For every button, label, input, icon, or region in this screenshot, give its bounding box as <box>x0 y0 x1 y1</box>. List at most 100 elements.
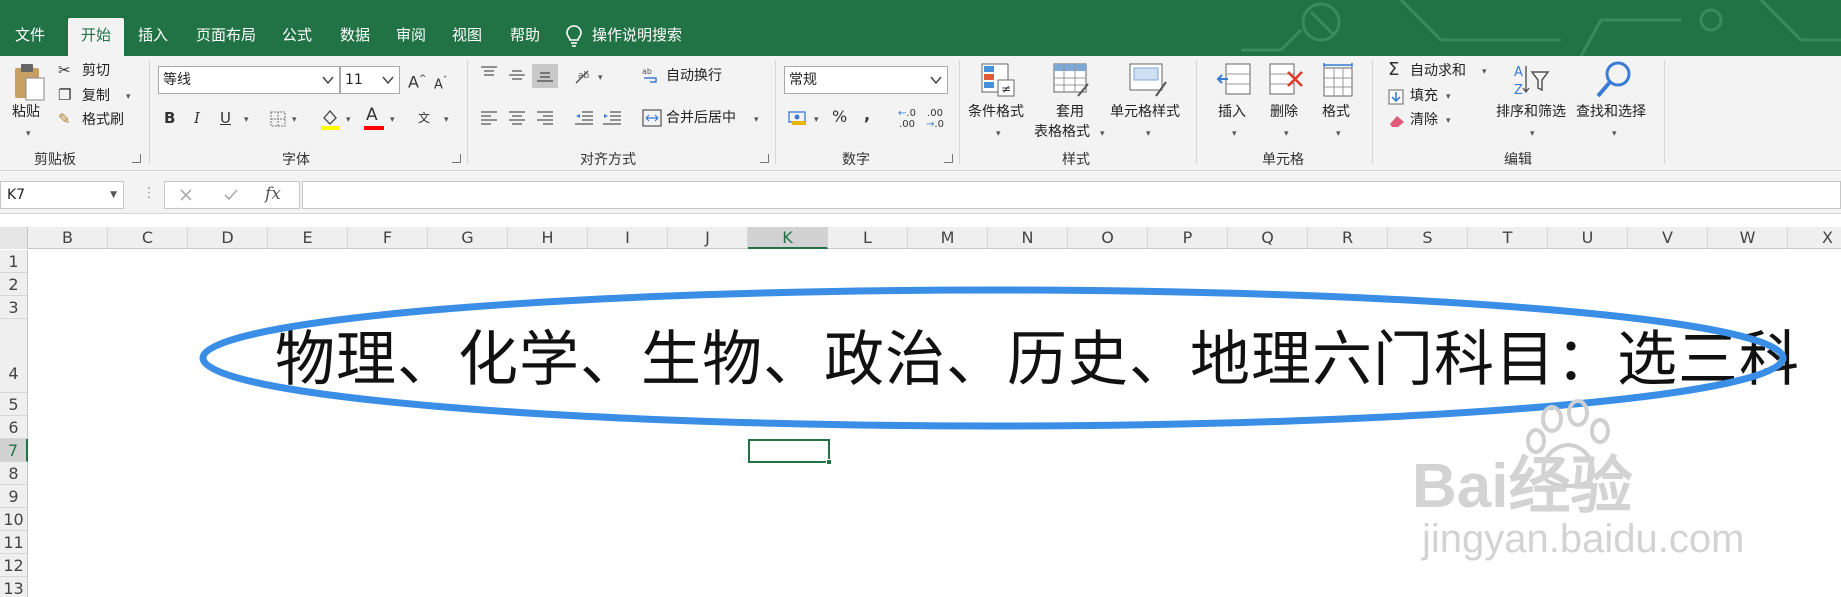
sort-filter-dropdown[interactable]: ▾ <box>1530 124 1535 144</box>
format-as-table-dropdown[interactable]: ▾ <box>1100 124 1105 144</box>
column-header-e[interactable]: E <box>268 227 348 249</box>
underline-dropdown[interactable]: ▾ <box>244 110 249 130</box>
find-select-dropdown[interactable]: ▾ <box>1612 124 1617 144</box>
format-cells-dropdown[interactable]: ▾ <box>1336 124 1341 144</box>
align-center-icon[interactable] <box>508 111 526 125</box>
sort-filter-button[interactable]: 排序和筛选 <box>1496 102 1566 122</box>
fill-down-icon[interactable] <box>1388 89 1404 105</box>
row-header-1[interactable]: 1 <box>0 250 28 273</box>
delete-cells-button[interactable]: 删除 <box>1270 102 1298 122</box>
scissors-icon[interactable]: ✂ <box>58 60 71 80</box>
tab-data[interactable]: 数据 <box>332 18 378 56</box>
alignment-launcher-icon[interactable] <box>760 154 769 163</box>
copy-dropdown[interactable]: ▾ <box>126 87 131 107</box>
phonetic-icon[interactable]: 文 <box>418 108 430 128</box>
sigma-icon[interactable]: Σ <box>1388 60 1399 80</box>
cell-styles-icon[interactable] <box>1128 62 1168 98</box>
align-bottom-button[interactable] <box>532 64 558 88</box>
column-header-d[interactable]: D <box>188 227 268 249</box>
comma-button[interactable]: , <box>864 105 870 125</box>
tab-page-layout[interactable]: 页面布局 <box>188 18 264 56</box>
column-header-n[interactable]: N <box>988 227 1068 249</box>
delete-cells-icon[interactable] <box>1268 62 1304 98</box>
tab-help[interactable]: 帮助 <box>500 18 550 56</box>
enter-check-icon[interactable] <box>223 188 239 202</box>
format-cells-icon[interactable] <box>1320 62 1356 98</box>
row-header-4[interactable]: 4 <box>0 319 28 393</box>
increase-decimal-button[interactable]: ←.0.00 <box>896 108 918 130</box>
align-right-icon[interactable] <box>536 111 554 125</box>
select-all-button[interactable] <box>0 227 28 249</box>
column-header-h[interactable]: H <box>508 227 588 249</box>
borders-dropdown[interactable]: ▾ <box>292 110 297 130</box>
percent-button[interactable]: % <box>832 107 847 127</box>
column-header-t[interactable]: T <box>1468 227 1548 249</box>
tab-formulas[interactable]: 公式 <box>274 18 320 56</box>
merge-center-dropdown[interactable]: ▾ <box>754 110 759 130</box>
orientation-dropdown[interactable]: ▾ <box>598 68 603 88</box>
clear-dropdown[interactable]: ▾ <box>1446 111 1451 131</box>
paste-dropdown[interactable]: ▾ <box>26 124 31 144</box>
column-header-x[interactable]: X <box>1788 227 1841 249</box>
wrap-text-icon[interactable]: ab <box>642 66 660 84</box>
merge-center-icon[interactable] <box>642 109 662 127</box>
font-launcher-icon[interactable] <box>452 154 461 163</box>
copy-button[interactable]: 复制 <box>82 86 110 106</box>
tab-review[interactable]: 审阅 <box>388 18 434 56</box>
decrease-indent-icon[interactable] <box>574 110 594 126</box>
column-header-o[interactable]: O <box>1068 227 1148 249</box>
fill-button[interactable]: 填充 <box>1410 86 1438 106</box>
row-header-3[interactable]: 3 <box>0 296 28 319</box>
row-header-13[interactable]: 13 <box>0 577 28 597</box>
fill-handle[interactable] <box>826 459 832 465</box>
format-as-table-label-2[interactable]: 表格格式 <box>1034 122 1090 142</box>
row-header-7[interactable]: 7 <box>0 439 28 462</box>
currency-dropdown[interactable]: ▾ <box>814 110 819 130</box>
formula-input[interactable] <box>302 181 1841 209</box>
autosum-button[interactable]: 自动求和 <box>1410 61 1466 81</box>
column-header-g[interactable]: G <box>428 227 508 249</box>
cell-styles-dropdown[interactable]: ▾ <box>1146 124 1151 144</box>
active-cell-k7[interactable] <box>748 439 832 465</box>
fill-color-dropdown[interactable]: ▾ <box>346 110 351 130</box>
font-size-combo[interactable]: 11 <box>340 66 400 94</box>
row-header-12[interactable]: 12 <box>0 554 28 577</box>
insert-cells-dropdown[interactable]: ▾ <box>1232 124 1237 144</box>
column-header-k[interactable]: K <box>748 227 828 249</box>
column-header-q[interactable]: Q <box>1228 227 1308 249</box>
row-header-5[interactable]: 5 <box>0 393 28 416</box>
borders-icon[interactable] <box>270 111 286 127</box>
clipboard-launcher-icon[interactable] <box>132 154 141 163</box>
tab-insert[interactable]: 插入 <box>130 18 176 56</box>
tab-home[interactable]: 开始 <box>68 18 124 56</box>
font-name-combo[interactable]: 等线 <box>158 66 340 94</box>
column-header-i[interactable]: I <box>588 227 668 249</box>
italic-button[interactable]: I <box>194 108 200 128</box>
orientation-icon[interactable]: ab <box>574 67 596 85</box>
conditional-formatting-button[interactable]: 条件格式 <box>968 102 1024 122</box>
cancel-x-icon[interactable] <box>179 188 193 202</box>
column-header-w[interactable]: W <box>1708 227 1788 249</box>
sort-filter-icon[interactable]: A Z <box>1512 62 1552 100</box>
wrap-text-button[interactable]: 自动换行 <box>666 66 722 86</box>
column-header-l[interactable]: L <box>828 227 908 249</box>
conditional-dropdown[interactable]: ▾ <box>996 124 1001 144</box>
name-box[interactable]: K7 ▼ <box>0 181 124 209</box>
column-header-p[interactable]: P <box>1148 227 1228 249</box>
paste-button[interactable] <box>12 62 46 106</box>
column-header-j[interactable]: J <box>668 227 748 249</box>
bold-button[interactable]: B <box>164 108 175 128</box>
row-header-8[interactable]: 8 <box>0 462 28 485</box>
paintbrush-icon[interactable]: ✎ <box>58 109 71 129</box>
eraser-icon[interactable] <box>1388 114 1406 128</box>
format-as-table-icon[interactable] <box>1052 62 1090 98</box>
conditional-formatting-icon[interactable]: ≠ <box>980 62 1016 98</box>
copy-icon[interactable]: ❐ <box>58 85 71 105</box>
insert-function-button[interactable]: fx <box>265 184 281 204</box>
align-top-icon[interactable] <box>480 66 498 80</box>
row-header-2[interactable]: 2 <box>0 273 28 296</box>
phonetic-dropdown[interactable]: ▾ <box>444 110 449 130</box>
paste-label[interactable]: 粘贴 <box>12 102 40 122</box>
magnifier-icon[interactable] <box>1594 60 1634 100</box>
cut-button[interactable]: 剪切 <box>82 61 110 81</box>
